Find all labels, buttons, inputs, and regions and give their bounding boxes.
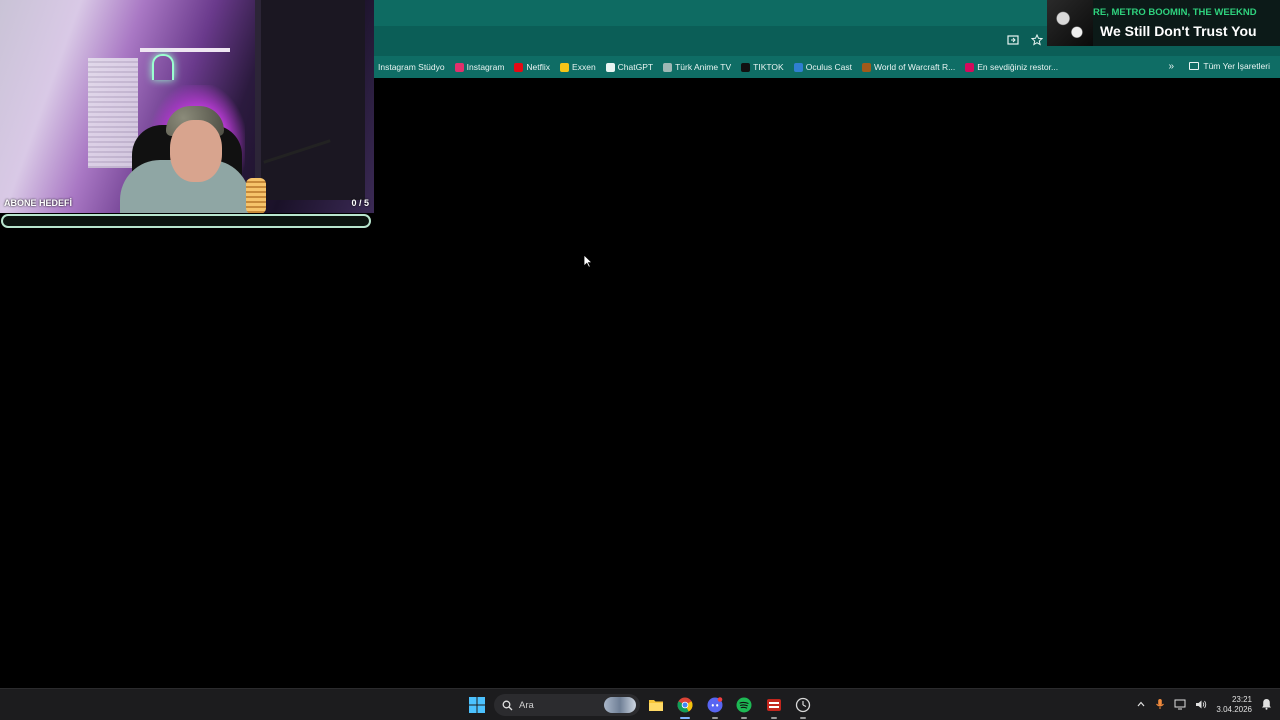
bookmarks-bar: Instagram Stüdyo Instagram Netflix Exxen Cha… — [374, 56, 1280, 78]
oculus-icon — [793, 62, 803, 72]
system-tray: 23:21 3.04.2026 — [1136, 689, 1272, 720]
discord-icon[interactable] — [705, 695, 725, 719]
instagram-icon — [454, 62, 464, 72]
volume-icon[interactable] — [1195, 699, 1207, 712]
chrome-icon[interactable] — [675, 695, 695, 719]
clock-app-icon[interactable] — [793, 695, 813, 719]
bookmark-label: Netflix — [526, 62, 551, 72]
bookmark-item[interactable]: Netflix — [514, 62, 550, 72]
subscriber-goal-label: ABONE HEDEFİ — [4, 198, 73, 208]
desktop-screen: Instagram Stüdyo Instagram Netflix Exxen Cha… — [0, 0, 1280, 720]
now-playing-title: We Still Don't Trust You — [1100, 23, 1257, 39]
chatgpt-icon — [605, 62, 615, 72]
yemeksepeti-icon — [965, 62, 975, 72]
bookmark-label: TIKTOK — [753, 62, 784, 72]
mouse-cursor-icon — [583, 254, 593, 268]
chevron-up-icon[interactable] — [1136, 699, 1146, 711]
cast-icon[interactable] — [1006, 33, 1020, 47]
notification-bell-icon[interactable] — [1261, 698, 1272, 712]
album-art — [1047, 0, 1093, 46]
turk-anime-icon — [663, 62, 673, 72]
bookmark-label: Türk Anime TV — [675, 62, 732, 72]
bookmark-label: Instagram — [466, 62, 505, 72]
clock-date: 3.04.2026 — [1216, 705, 1252, 714]
bookmark-item[interactable]: Oculus Cast — [793, 62, 853, 72]
wow-icon — [862, 62, 872, 72]
bookmark-label: World of Warcraft R... — [874, 62, 956, 72]
bookmark-label: Exxen — [572, 62, 596, 72]
now-playing-artist: RE, METRO BOOMIN, THE WEEKND — [1093, 7, 1257, 18]
voice-app-icon[interactable] — [764, 695, 784, 719]
all-bookmarks-button[interactable]: Tüm Yer İşaretleri — [1189, 61, 1270, 71]
bookmarks-overflow-button[interactable]: » — [1168, 61, 1174, 72]
bookmark-item[interactable]: Türk Anime TV — [663, 62, 731, 72]
exxen-icon — [560, 62, 570, 72]
microphone — [246, 178, 266, 213]
bookmark-item[interactable]: TIKTOK — [741, 62, 784, 72]
subscriber-goal-bar — [1, 214, 371, 228]
start-windows-icon[interactable] — [469, 697, 485, 713]
all-bookmarks-label: Tüm Yer İşaretleri — [1203, 61, 1270, 71]
clock-time: 23:21 — [1231, 695, 1252, 704]
windows-taskbar: Ara 23:21 3.04.2026 — [0, 688, 1280, 720]
bookmark-label: Oculus Cast — [805, 62, 853, 72]
bookmark-label: ChatGPT — [617, 62, 654, 72]
bookmark-item[interactable]: Instagram Stüdyo — [378, 62, 445, 72]
taskbar-search[interactable]: Ara — [494, 694, 640, 716]
microphone-icon[interactable] — [1155, 698, 1165, 712]
folder-icon — [1189, 62, 1200, 70]
netflix-icon — [514, 62, 524, 72]
search-icon — [502, 700, 513, 710]
bookmark-item[interactable]: ChatGPT — [605, 62, 654, 72]
webcam-overlay — [0, 0, 374, 213]
search-highlight-image — [604, 697, 636, 713]
spotify-icon[interactable] — [734, 695, 754, 719]
tiktok-icon — [741, 62, 751, 72]
bookmark-label: En sevdiğiniz restor... — [977, 62, 1059, 72]
network-icon[interactable] — [1174, 699, 1186, 712]
bookmark-item[interactable]: Exxen — [560, 62, 596, 72]
bookmark-item[interactable]: Instagram — [454, 62, 505, 72]
subscriber-goal-count: 0 / 5 — [351, 198, 369, 208]
bookmark-item[interactable]: World of Warcraft R... — [862, 62, 955, 72]
bookmark-item[interactable]: En sevdiğiniz restor... — [965, 62, 1058, 72]
neon-cactus-sign — [152, 54, 174, 80]
file-explorer-icon[interactable] — [646, 695, 666, 715]
search-placeholder: Ara — [519, 699, 534, 711]
bookmark-star-icon[interactable] — [1030, 33, 1044, 47]
taskbar-clock[interactable]: 23:21 3.04.2026 — [1216, 695, 1252, 715]
bookmark-label: Instagram Stüdyo — [378, 62, 445, 72]
